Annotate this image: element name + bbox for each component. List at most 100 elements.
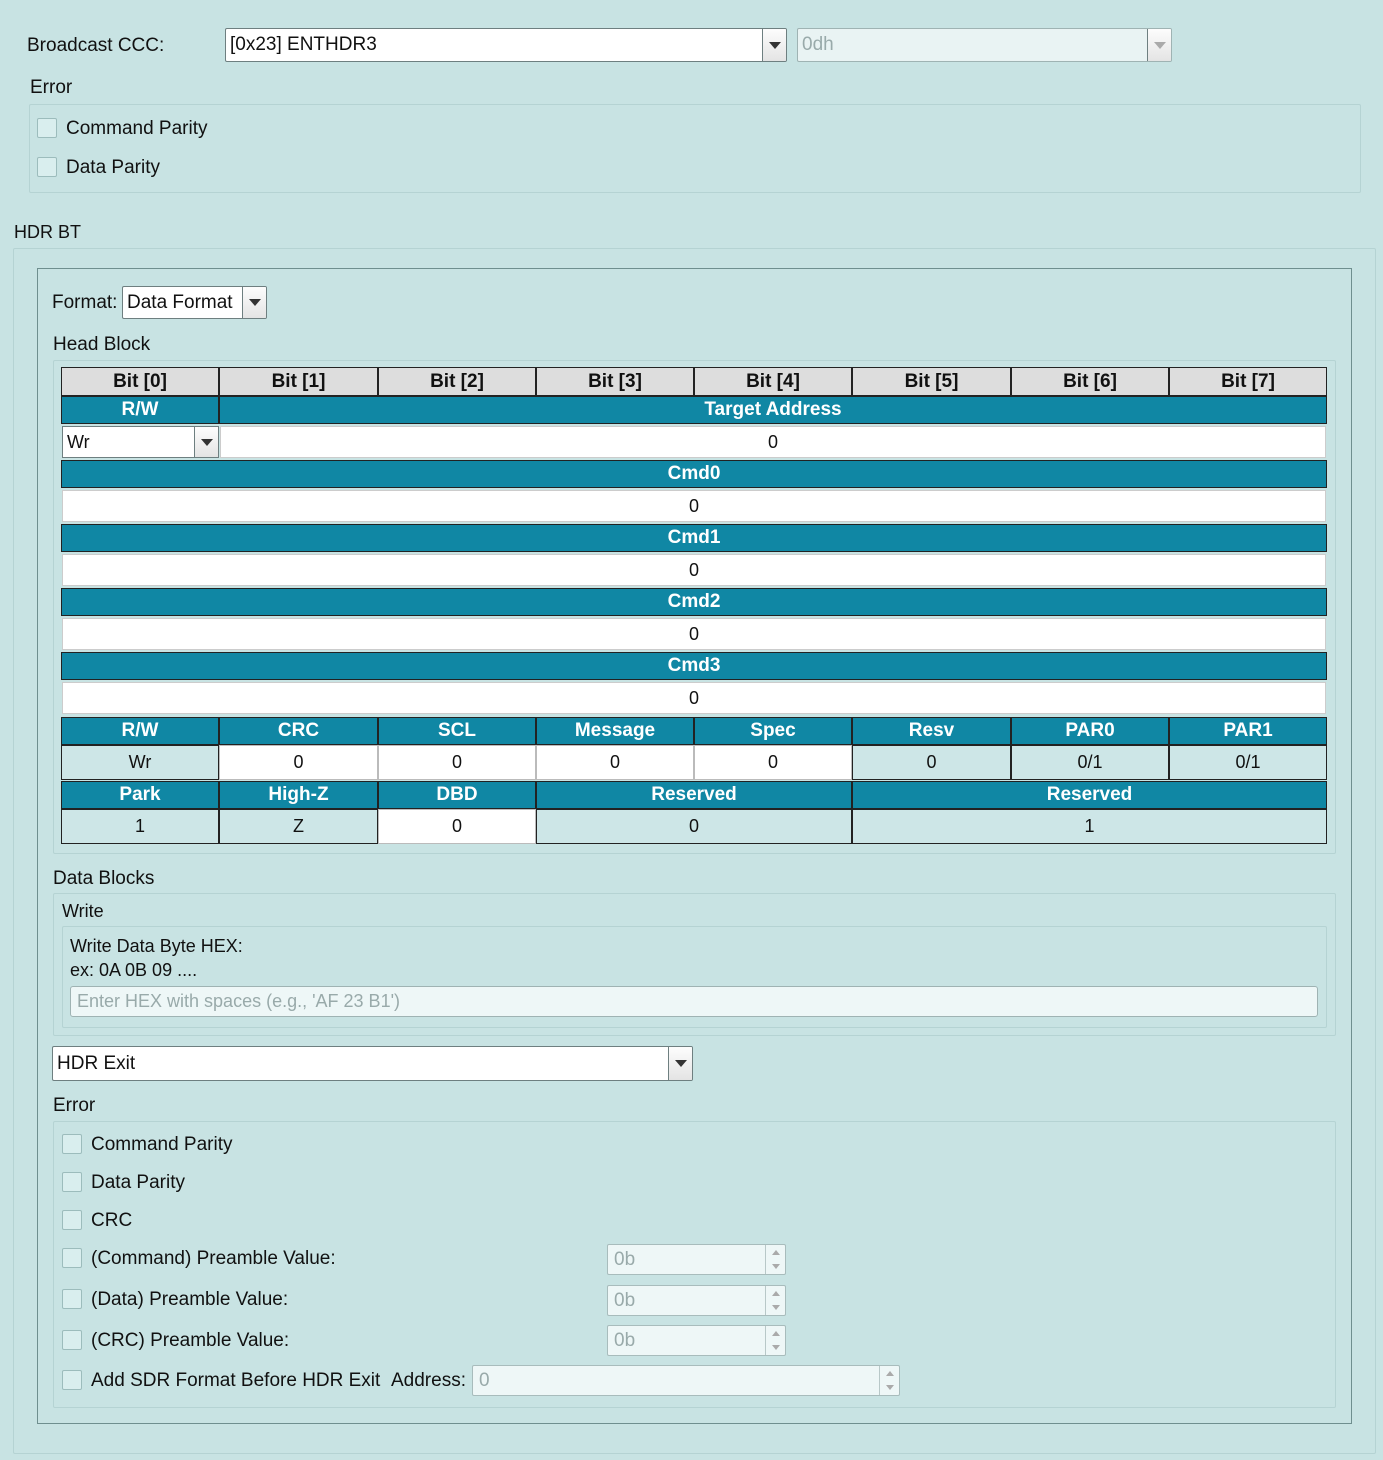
bit-header: Bit [5]: [852, 367, 1011, 396]
rw-select[interactable]: Wr: [62, 426, 219, 458]
cmd2-input[interactable]: 0: [62, 618, 1326, 650]
target-address-header: Target Address: [219, 396, 1327, 424]
cmd1-input[interactable]: 0: [62, 554, 1326, 586]
bit-header: Bit [0]: [61, 367, 219, 396]
cmd0-header: Cmd0: [61, 460, 1327, 488]
data-preamble-spinbox: 0b: [607, 1285, 786, 1316]
reserved-field-header: Reserved: [536, 781, 852, 809]
exit-error-title: Error: [53, 1095, 96, 1116]
par0-field-header: PAR0: [1011, 717, 1169, 745]
hdr-bt-title: HDR BT: [14, 222, 81, 242]
crc-preamble-label: (CRC) Preamble Value:: [91, 1330, 290, 1351]
hdr-exit-value: HDR Exit: [57, 1052, 136, 1074]
rw-select-value: Wr: [67, 431, 90, 452]
sdr-format-label: Add SDR Format Before HDR Exit: [91, 1370, 381, 1391]
reserved-field-value: 1: [852, 809, 1327, 844]
exit-crc-label: CRC: [91, 1210, 133, 1231]
rw-field-header: R/W: [61, 717, 219, 745]
rw-header: R/W: [61, 396, 219, 424]
dbd-field-header: DBD: [378, 781, 536, 809]
broadcast-ccc-select[interactable]: [0x23] ENTHDR3: [225, 28, 787, 62]
spin-arrows-icon: [879, 1366, 899, 1395]
data-parity-checkbox[interactable]: [37, 157, 57, 177]
crc-field-header: CRC: [219, 717, 378, 745]
format-select[interactable]: Data Format: [122, 286, 267, 319]
chevron-down-icon[interactable]: [668, 1047, 692, 1080]
address-spinbox: 0: [472, 1365, 900, 1396]
command-parity-label: Command Parity: [66, 118, 208, 139]
write-title: Write: [62, 901, 104, 921]
chevron-down-icon[interactable]: [762, 29, 786, 61]
spec-field-header: Spec: [694, 717, 852, 745]
chevron-down-icon[interactable]: [242, 287, 266, 318]
par1-field-header: PAR1: [1169, 717, 1327, 745]
target-address-input[interactable]: 0: [220, 426, 1326, 458]
format-label: Format:: [52, 292, 118, 313]
address-value: 0: [479, 1369, 490, 1391]
reserved-field-value: 0: [536, 809, 852, 844]
bit-header: Bit [7]: [1169, 367, 1327, 396]
park-field-header: Park: [61, 781, 219, 809]
chevron-down-icon: [1147, 29, 1171, 61]
cmd0-input[interactable]: 0: [62, 490, 1326, 522]
reserved-field-header: Reserved: [852, 781, 1327, 809]
data-preamble-label: (Data) Preamble Value:: [91, 1289, 289, 1310]
data-preamble-value: 0b: [614, 1289, 636, 1311]
error-group-panel: [29, 104, 1361, 193]
spec-field-input[interactable]: 0: [694, 745, 852, 780]
command-preamble-checkbox[interactable]: [62, 1248, 82, 1268]
exit-command-parity-label: Command Parity: [91, 1134, 233, 1155]
spin-arrows-icon: [765, 1326, 785, 1355]
high-z-field-header: High-Z: [219, 781, 378, 809]
message-field-input[interactable]: 0: [536, 745, 694, 780]
spin-arrows-icon: [765, 1286, 785, 1315]
write-hint-line2: ex: 0A 0B 09 ....: [70, 960, 198, 980]
bit-header: Bit [6]: [1011, 367, 1169, 396]
dbd-field-input[interactable]: 0: [378, 809, 536, 844]
par0-field-value: 0/1: [1011, 745, 1169, 780]
error-group-title: Error: [30, 77, 73, 98]
exit-crc-checkbox[interactable]: [62, 1210, 82, 1230]
command-preamble-spinbox: 0b: [607, 1244, 786, 1275]
data-preamble-checkbox[interactable]: [62, 1289, 82, 1309]
scl-field-input[interactable]: 0: [378, 745, 536, 780]
broadcast-ccc-label: Broadcast CCC:: [27, 35, 165, 56]
ccc-code-select: 0dh: [797, 28, 1172, 62]
hdr-exit-select[interactable]: HDR Exit: [52, 1046, 693, 1081]
chevron-down-icon[interactable]: [194, 427, 218, 457]
park-field-value: 1: [61, 809, 219, 844]
command-preamble-value: 0b: [614, 1248, 636, 1270]
crc-preamble-spinbox: 0b: [607, 1325, 786, 1356]
high-z-field-value: Z: [219, 809, 378, 844]
address-label: Address:: [391, 1370, 466, 1391]
write-hint-line1: Write Data Byte HEX:: [70, 936, 243, 956]
exit-command-parity-checkbox[interactable]: [62, 1134, 82, 1154]
bit-header: Bit [2]: [378, 367, 536, 396]
write-hex-input[interactable]: Enter HEX with spaces (e.g., 'AF 23 B1'): [70, 986, 1318, 1017]
cmd1-header: Cmd1: [61, 524, 1327, 552]
data-blocks-title: Data Blocks: [53, 868, 155, 889]
exit-data-parity-checkbox[interactable]: [62, 1172, 82, 1192]
bit-header: Bit [3]: [536, 367, 694, 396]
cmd3-input[interactable]: 0: [62, 682, 1326, 714]
sdr-format-checkbox[interactable]: [62, 1370, 82, 1390]
rw-field-value: Wr: [61, 745, 219, 780]
cmd2-header: Cmd2: [61, 588, 1327, 616]
scl-field-header: SCL: [378, 717, 536, 745]
resv-field-value: 0: [852, 745, 1011, 780]
ccc-code-value: 0dh: [802, 34, 834, 55]
format-value: Data Format: [127, 291, 233, 313]
message-field-header: Message: [536, 717, 694, 745]
head-block-title: Head Block: [53, 334, 151, 355]
exit-data-parity-label: Data Parity: [91, 1172, 185, 1193]
bit-header: Bit [4]: [694, 367, 852, 396]
crc-preamble-value: 0b: [614, 1329, 636, 1351]
crc-field-input[interactable]: 0: [219, 745, 378, 780]
broadcast-ccc-value: [0x23] ENTHDR3: [230, 34, 377, 55]
bit-header: Bit [1]: [219, 367, 378, 396]
command-parity-checkbox[interactable]: [37, 118, 57, 138]
command-preamble-label: (Command) Preamble Value:: [91, 1248, 336, 1269]
par1-field-value: 0/1: [1169, 745, 1327, 780]
crc-preamble-checkbox[interactable]: [62, 1330, 82, 1350]
resv-field-header: Resv: [852, 717, 1011, 745]
